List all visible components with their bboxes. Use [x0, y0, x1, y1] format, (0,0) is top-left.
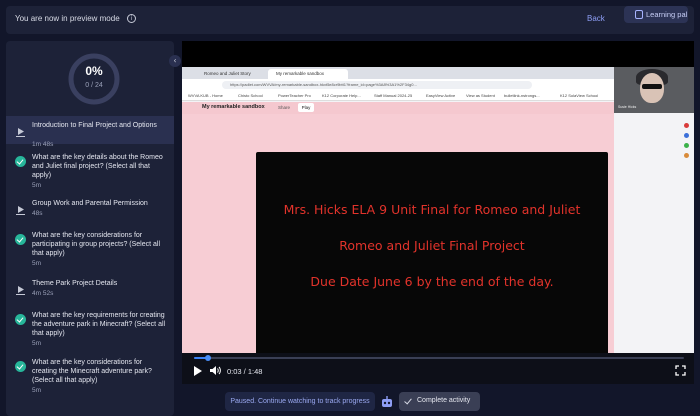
slide-line: Due Date June 6 by the end of the day.: [310, 274, 554, 289]
info-icon[interactable]: i: [127, 14, 136, 23]
completed-check-icon: [15, 314, 26, 325]
time-display: 0:03 / 1:48: [227, 367, 263, 376]
activity-item[interactable]: What are the key requirements for creati…: [6, 306, 174, 351]
webcam-name: Susie Hicks: [618, 105, 637, 109]
browser-url: https://padlet.com/WVVA/my-remarkable-sa…: [222, 81, 532, 89]
padlet-canvas: Mrs. Hicks ELA 9 Unit Final for Romeo an…: [182, 114, 614, 362]
activity-title: What are the key details about the Romeo…: [32, 154, 163, 179]
activity-item[interactable]: Introduction to Final Project and Option…: [6, 116, 174, 148]
preview-banner: You are now in preview mode i Back: [6, 6, 694, 34]
progress-count: 0 / 24: [85, 82, 103, 89]
video-lesson-icon: [15, 282, 26, 295]
learning-pal-button[interactable]: Learning pal: [624, 6, 688, 23]
activity-title: What are the key considerations for part…: [32, 232, 161, 257]
activity-duration: 5m: [32, 340, 42, 347]
browser-tab-bar: Romeo and Juliet Story Timeline My remar…: [182, 67, 614, 86]
bookmark-item: WVVA KUB - Home: [188, 93, 223, 98]
tracking-status: Paused. Continue watching to track progr…: [225, 392, 375, 411]
slide-card: Mrs. Hicks ELA 9 Unit Final for Romeo an…: [256, 152, 608, 362]
activity-title: What are the key requirements for creati…: [32, 312, 166, 337]
browser-tab: Romeo and Juliet Story Timeline: [204, 71, 251, 86]
activity-duration: 48s: [32, 210, 43, 217]
robot-icon: [635, 10, 643, 19]
video-frame[interactable]: Romeo and Juliet Story Timeline My remar…: [182, 67, 694, 384]
webcam-overlay: Susie Hicks: [614, 67, 694, 113]
side-icon: [684, 153, 689, 158]
activity-title: Introduction to Final Project and Option…: [32, 122, 157, 129]
progress-percent: 0%: [85, 64, 103, 78]
learning-pal-label: Learning pal: [646, 10, 688, 19]
activity-item[interactable]: Theme Park Project Details 4m 52s: [6, 274, 174, 302]
slide-line: Romeo and Juliet Final Project: [339, 238, 525, 253]
side-icon: [684, 143, 689, 148]
padlet-title: My remarkable sandbox: [202, 104, 265, 110]
bookmark-item: bulletlink-nstrongs...: [504, 93, 540, 98]
player-controls: 0:03 / 1:48: [182, 353, 694, 384]
activity-title: Group Work and Parental Permission: [32, 200, 148, 207]
activity-duration: 5m: [32, 182, 42, 189]
video-lesson-icon: [15, 124, 26, 137]
back-button[interactable]: Back: [587, 14, 605, 23]
activity-duration: 4m 52s: [32, 290, 54, 297]
padlet-share: Share: [278, 105, 291, 110]
activity-sidebar: 0% 0 / 24 Introduction to Final Project …: [6, 41, 174, 416]
activity-duration: 5m: [32, 387, 42, 394]
slide-line: Mrs. Hicks ELA 9 Unit Final for Romeo an…: [283, 202, 581, 217]
presenter-glasses: [642, 84, 662, 89]
browser-side-strip: 1 / 15: [614, 113, 694, 375]
bookmark-item: PowerTeacher Pro: [278, 93, 311, 98]
bookmark-item: View as Student: [466, 93, 495, 98]
activity-item[interactable]: Group Work and Parental Permission 48s: [6, 194, 174, 222]
browser-address-bar: https://padlet.com/WVVA/my-remarkable-sa…: [182, 79, 614, 91]
complete-activity-label: Complete activity: [417, 397, 471, 404]
completed-check-icon: [15, 156, 26, 167]
video-lesson-icon: [15, 202, 26, 215]
padlet-header: My remarkable sandbox Share Play: [182, 102, 614, 114]
fullscreen-icon[interactable]: [675, 365, 686, 376]
activity-duration: 5m: [32, 260, 42, 267]
side-icon: [684, 133, 689, 138]
bookmark-item: Staff Manual 2024-25: [374, 93, 413, 98]
robot-icon[interactable]: [380, 395, 394, 409]
progress-ring: [68, 53, 120, 105]
browser-tab: My remarkable sandbox: [268, 69, 348, 79]
padlet-play: Play: [298, 103, 314, 112]
preview-mode-text: You are now in preview mode: [15, 14, 120, 23]
activity-title: Theme Park Project Details: [32, 280, 118, 287]
activity-title: What are the key considerations for crea…: [32, 359, 152, 384]
collapse-sidebar-button[interactable]: ‹: [169, 55, 181, 67]
bookmark-item: Chisto School: [238, 93, 263, 98]
bookmarks-bar: WVVA KUB - Home Chisto School PowerTeach…: [182, 91, 614, 101]
completed-check-icon: [15, 234, 26, 245]
video-player[interactable]: Romeo and Juliet Story Timeline My remar…: [182, 41, 694, 384]
side-icon: [684, 123, 689, 128]
bookmark-item: K12 SolaView School: [560, 93, 599, 98]
seek-handle[interactable]: [204, 355, 211, 361]
activity-item[interactable]: What are the key considerations for crea…: [6, 353, 174, 398]
volume-icon[interactable]: [209, 365, 221, 376]
bookmark-item: K12 Corporate Help...: [322, 93, 361, 98]
bookmark-item: EasyView Active: [426, 93, 456, 98]
activity-item[interactable]: What are the key considerations for part…: [6, 226, 174, 272]
activity-item[interactable]: What are the key details about the Romeo…: [6, 148, 174, 192]
check-icon: [404, 396, 412, 405]
seek-bar[interactable]: [194, 355, 684, 361]
completed-check-icon: [15, 361, 26, 372]
play-icon[interactable]: [194, 366, 202, 376]
activity-duration: 1m 48s: [32, 141, 54, 148]
complete-activity-button[interactable]: Complete activity: [399, 392, 480, 411]
